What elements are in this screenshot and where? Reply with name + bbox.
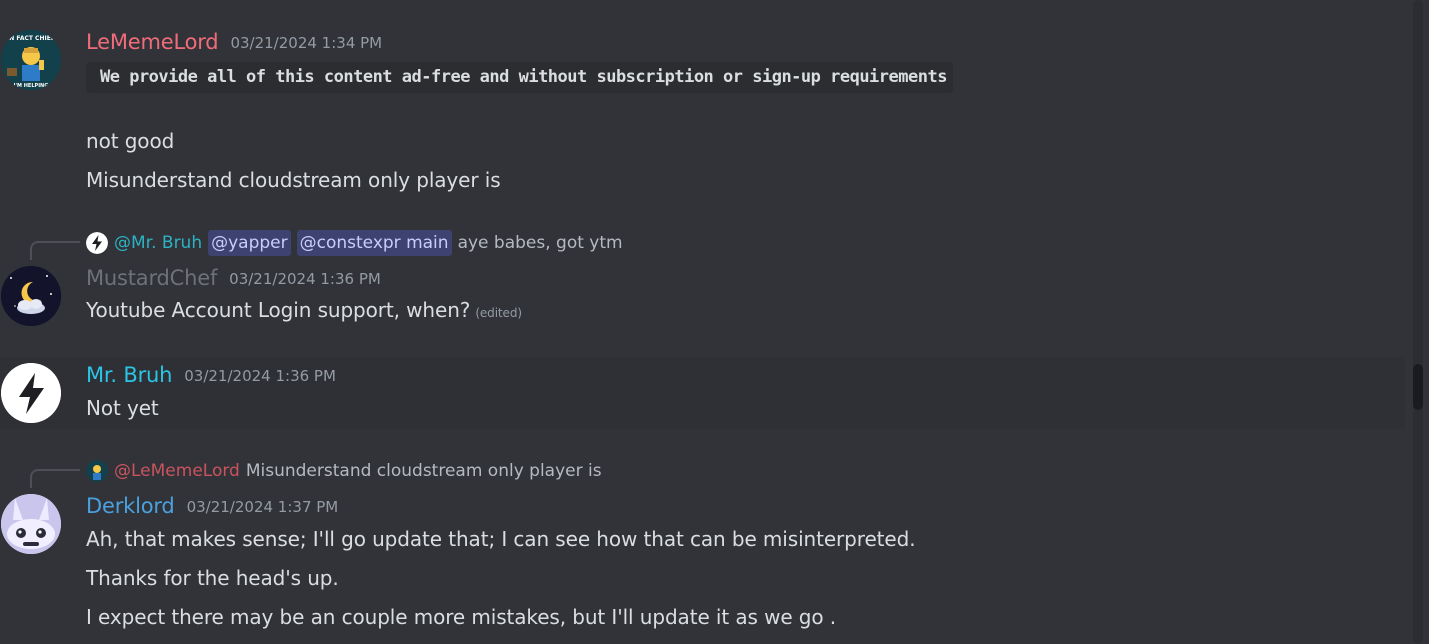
author-name[interactable]: Mr. Bruh [86,363,172,387]
message-text: Ah, that makes sense; I'll go update tha… [86,527,916,551]
reply-author[interactable]: @LeMemeLord [114,461,240,481]
avatar-caption-bottom: I'M HELPING [14,83,49,89]
mention[interactable]: @yapper [208,230,291,256]
avatar[interactable] [1,494,61,554]
message-header: MustardChef 03/21/2024 1:36 PM [86,266,381,290]
lightning-avatar-icon [1,363,61,423]
chat-messages: IN FACT CHIEF I'M HELPING LeMemeLord 03/2… [0,0,1429,644]
reply-preview[interactable]: @Mr. Bruh @yapper @constexpr main aye ba… [86,230,623,256]
message-text: Misunderstand cloudstream only player is [86,168,501,192]
message-timestamp[interactable]: 03/21/2024 1:37 PM [187,498,339,516]
moon-cloud-avatar-icon [1,266,61,326]
mention[interactable]: @constexpr main [296,230,452,256]
message-text: Thanks for the head's up. [86,566,339,590]
ralph-avatar-icon [86,460,108,482]
ralph-avatar-icon: IN FACT CHIEF I'M HELPING [1,30,61,90]
lightning-icon [86,232,108,254]
message-header: Derklord 03/21/2024 1:37 PM [86,494,338,518]
reply-author[interactable]: @Mr. Bruh [114,233,202,253]
message-header: LeMemeLord 03/21/2024 1:34 PM [86,30,382,54]
message-text: Youtube Account Login support, when? (edi… [86,298,522,322]
avatar[interactable]: IN FACT CHIEF I'M HELPING [1,30,61,90]
avatar[interactable] [1,363,61,423]
reply-text: aye babes, got ytm [457,233,623,253]
reply-spine [30,469,80,488]
message-text: I expect there may be an couple more mis… [86,605,837,629]
robot-bunny-avatar-icon [1,494,61,554]
edited-label: (edited) [475,306,522,320]
reply-spine [30,241,80,260]
message-timestamp[interactable]: 03/21/2024 1:36 PM [184,367,336,385]
author-name[interactable]: Derklord [86,494,175,518]
message-timestamp[interactable]: 03/21/2024 1:36 PM [229,270,381,288]
avatar[interactable] [1,266,61,326]
reply-text: Misunderstand cloudstream only player is [245,461,602,481]
inline-code-block: We provide all of this content ad-free a… [86,62,953,93]
avatar-caption-top: IN FACT CHIEF [7,35,55,42]
scrollbar-thumb[interactable] [1413,364,1423,410]
reply-avatar [86,232,108,254]
reply-preview[interactable]: @LeMemeLord Misunderstand cloudstream on… [86,458,602,484]
scrollbar-track[interactable] [1413,0,1423,644]
author-name[interactable]: LeMemeLord [86,30,219,54]
author-name[interactable]: MustardChef [86,266,217,290]
message-timestamp[interactable]: 03/21/2024 1:34 PM [230,34,382,52]
message-text: Not yet [86,396,159,420]
message-header: Mr. Bruh 03/21/2024 1:36 PM [86,363,336,387]
message-text-content: Youtube Account Login support, when? [86,298,471,322]
message-text: not good [86,129,175,153]
reply-avatar [86,460,108,482]
